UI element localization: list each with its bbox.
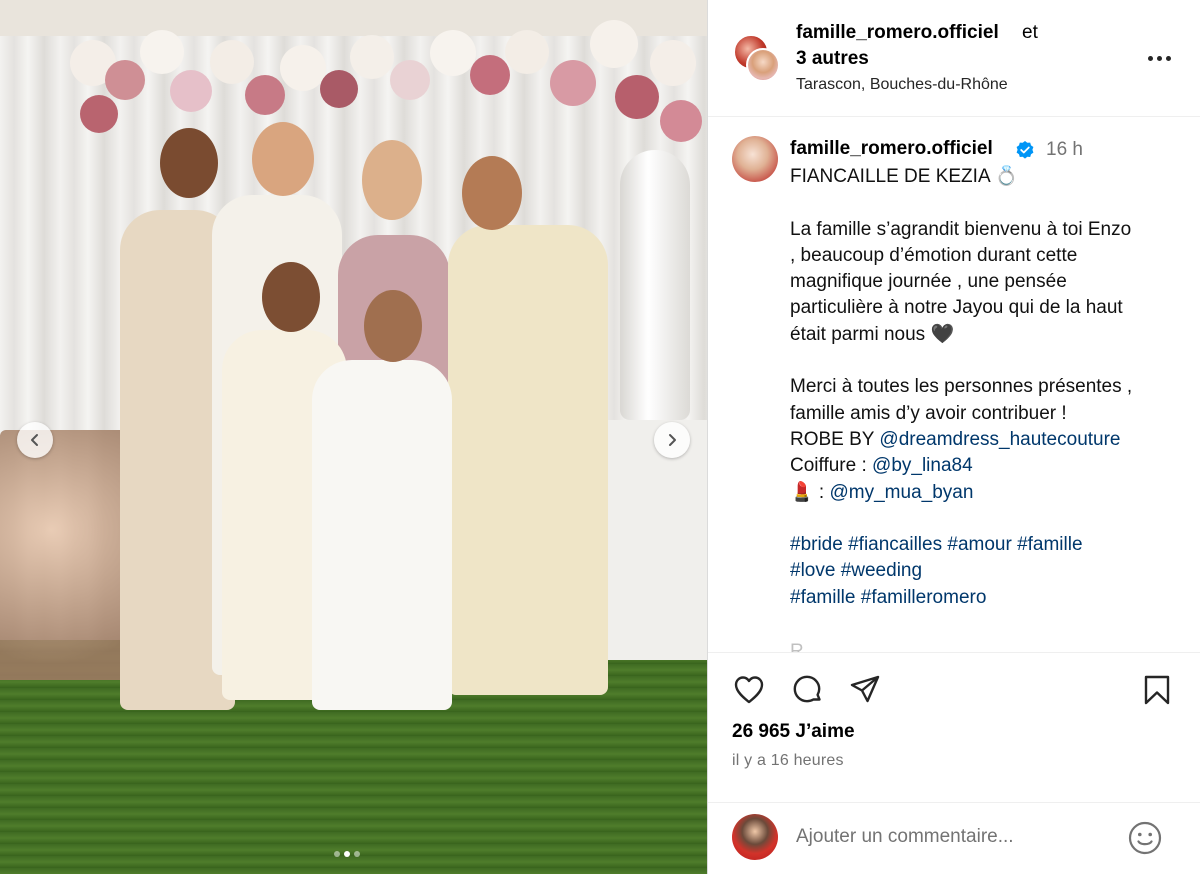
photo-person-head [462, 156, 522, 230]
post-side-panel: famille_romero.officiel et 3 autres Tara… [707, 0, 1200, 874]
caption-line: ROBE BY @dreamdress_hautecouture [790, 427, 1182, 453]
photo-flower-arch [60, 0, 707, 160]
caption-line: était parmi nous 🖤 [790, 323, 955, 345]
makeup-label: 💄 : [790, 481, 830, 503]
chevron-right-icon [669, 434, 676, 446]
location-link[interactable]: Tarascon, Bouches-du-Rhône [796, 76, 1008, 94]
chevron-left-icon [31, 434, 38, 446]
caption-area: famille_romero.officiel 16 h FIANCAILLE … [708, 118, 1200, 653]
caption-line: , beaucoup d’émotion durant cette [790, 244, 1078, 266]
carousel-dots [334, 851, 360, 857]
emoji-icon[interactable] [1127, 820, 1163, 856]
photo-person-head [160, 128, 218, 198]
photo-person-head [262, 262, 320, 332]
carousel-next-button[interactable] [654, 422, 690, 458]
caption-line: magnifique journée , une pensée [790, 271, 1067, 293]
caption-line: Merci à toutes les personnes présentes , [790, 376, 1133, 398]
photo-vase [620, 150, 690, 420]
caption-text: FIANCAILLE DE KEZIA 💍 La famille s’agran… [790, 164, 1182, 611]
caption-line [790, 348, 1182, 374]
collaborator-avatar[interactable] [746, 48, 780, 82]
header-others-link[interactable]: 3 autres [796, 48, 869, 70]
robe-label: ROBE BY [790, 428, 880, 450]
photo-person-head [364, 290, 422, 362]
caption-avatar[interactable] [732, 136, 778, 182]
carousel-dot[interactable] [334, 851, 340, 857]
hashtag-line[interactable]: #famille #familleromero [790, 585, 1182, 611]
photo-person [312, 360, 452, 710]
mention-dreamdress[interactable]: @dreamdress_hautecouture [879, 429, 1120, 450]
carousel-dot-active[interactable] [344, 851, 350, 857]
mention-by-lina[interactable]: @by_lina84 [872, 455, 973, 476]
caption-time[interactable]: 16 h [1046, 139, 1083, 161]
add-comment-bar [708, 802, 1200, 874]
caption-line: FIANCAILLE DE KEZIA 💍 [790, 166, 1019, 187]
verified-icon [1016, 141, 1034, 159]
caption-line: particulière à notre Jayou qui de la hau… [790, 297, 1123, 319]
post-photo[interactable] [0, 0, 707, 874]
mention-my-mua[interactable]: @my_mua_byan [830, 482, 974, 503]
save-icon[interactable] [1140, 673, 1174, 707]
coiffure-label: Coiffure : [790, 455, 873, 477]
caption-line [790, 506, 1182, 532]
current-user-avatar[interactable] [732, 814, 778, 860]
caption-line: Coiffure : @by_lina84 [790, 453, 1182, 479]
carousel-prev-button[interactable] [17, 422, 53, 458]
post-date[interactable]: il y a 16 heures [732, 752, 844, 770]
header-account-link[interactable]: famille_romero.officiel [796, 22, 999, 44]
more-icon[interactable] [1144, 46, 1174, 70]
comment-icon[interactable] [790, 673, 824, 707]
caption-line: famille amis d’y avoir contribuer ! [790, 402, 1067, 424]
caption-line: 💄 : @my_mua_byan [790, 480, 1182, 506]
hashtag-line[interactable]: #bride #fiancailles #amour #famille [790, 532, 1182, 558]
like-icon[interactable] [732, 673, 766, 707]
share-icon[interactable] [848, 673, 882, 707]
header-and-text: et [1022, 22, 1038, 43]
post-actions: 26 965 J’aime il y a 16 heures [708, 652, 1200, 802]
caption-username[interactable]: famille_romero.officiel [790, 138, 993, 160]
hashtag-line[interactable]: #love #weeding [790, 558, 1182, 584]
photo-person [448, 225, 608, 695]
carousel-dot[interactable] [354, 851, 360, 857]
caption-line [790, 190, 1182, 216]
caption-line: La famille s’agrandit bienvenu à toi Enz… [790, 218, 1132, 240]
post-header: famille_romero.officiel et 3 autres Tara… [708, 0, 1200, 117]
photo-person-head [362, 140, 422, 220]
comment-input[interactable] [796, 821, 1126, 853]
likes-count[interactable]: 26 965 J’aime [732, 721, 855, 743]
photo-person-head [252, 122, 314, 196]
